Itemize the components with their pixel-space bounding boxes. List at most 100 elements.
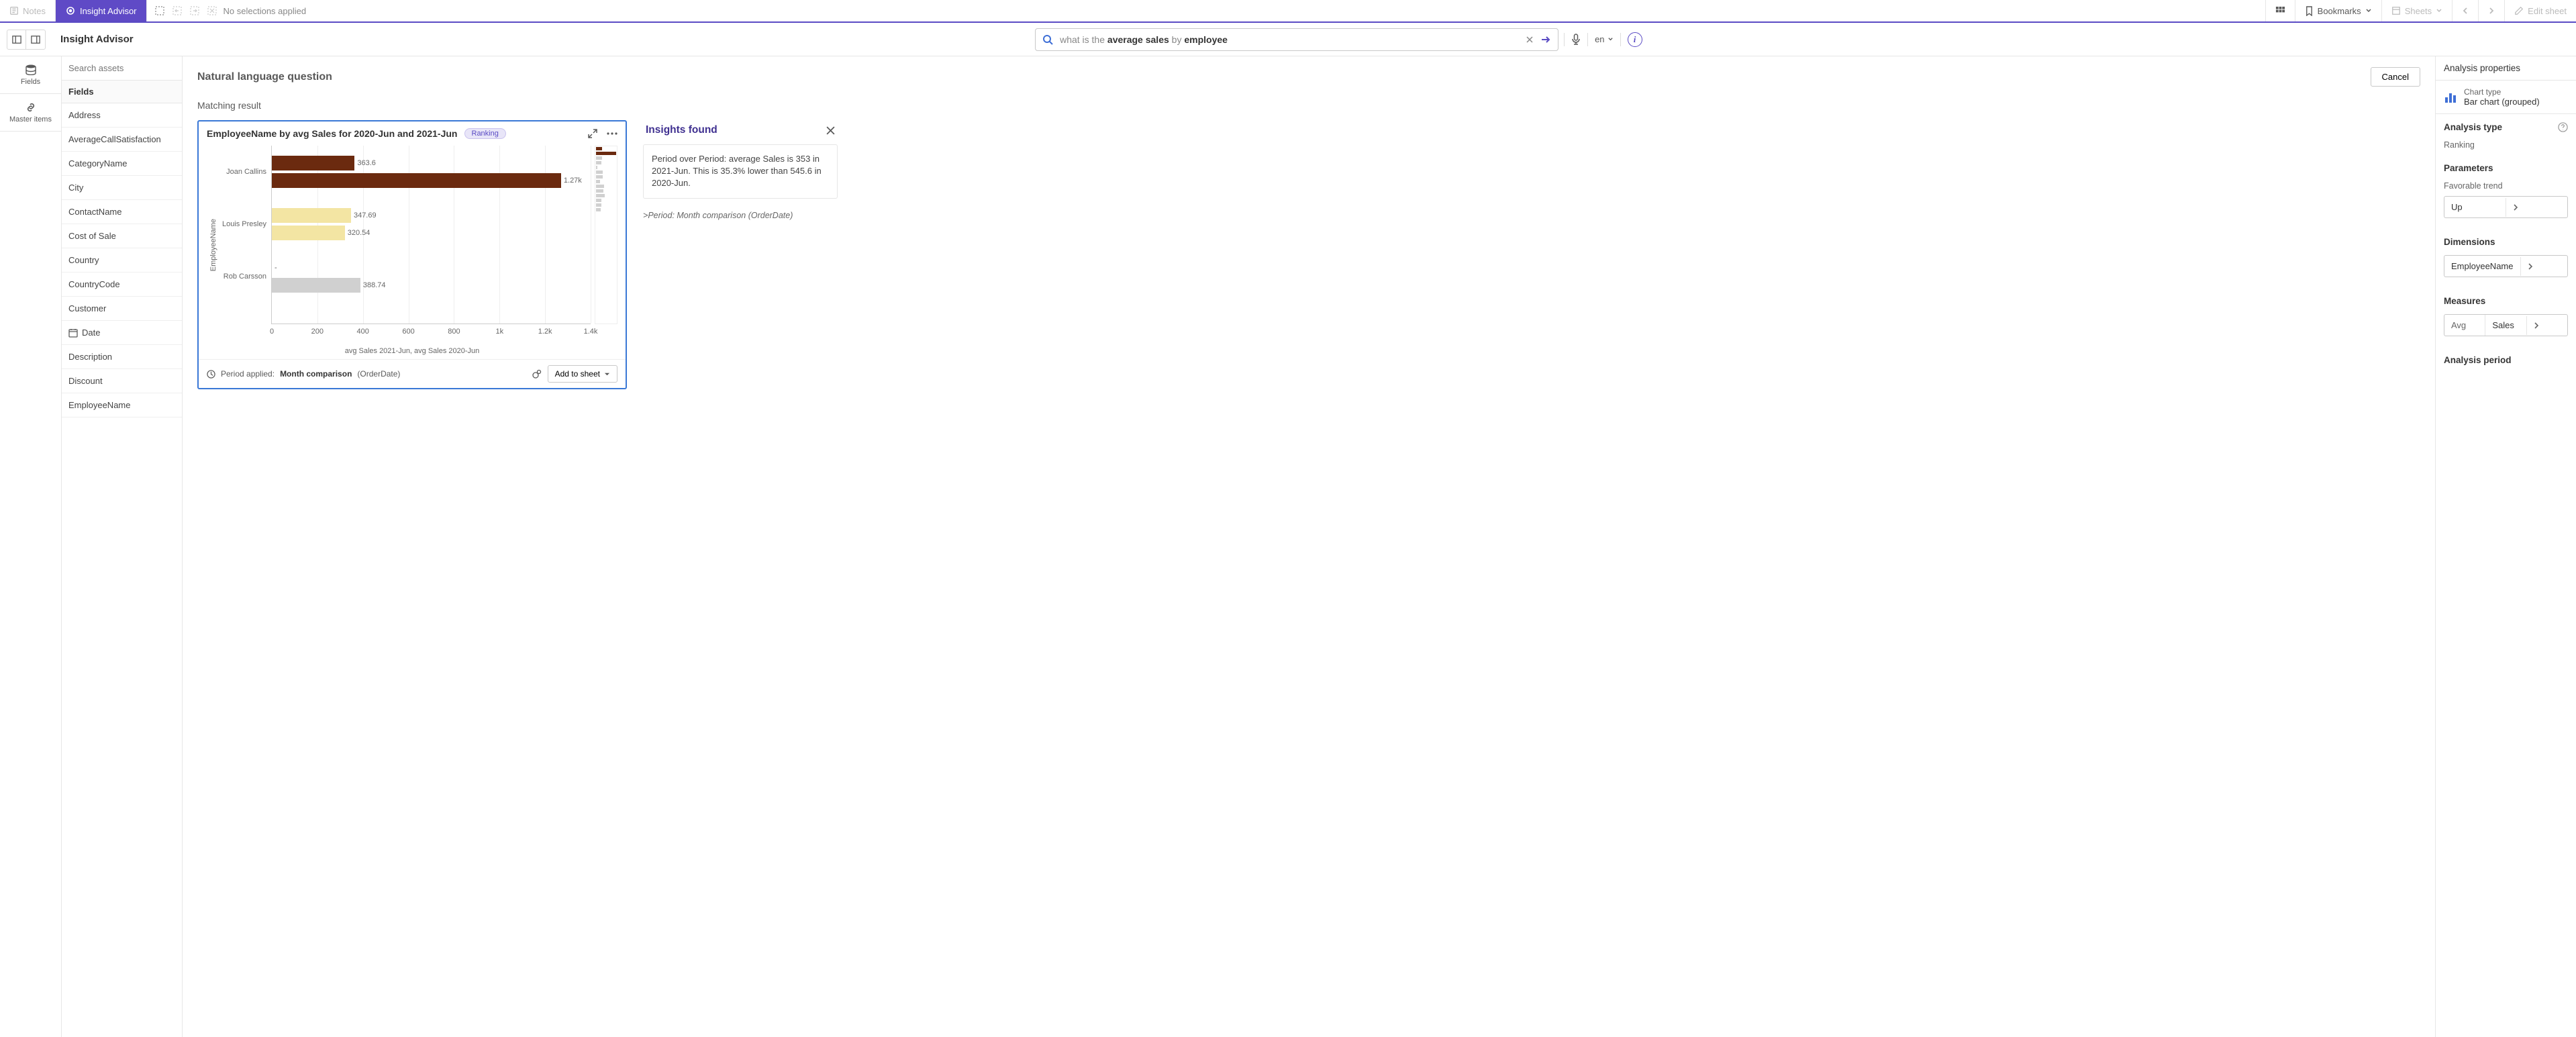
info-icon[interactable]: i: [1628, 32, 1642, 47]
caret-down-icon: [604, 371, 610, 377]
more-icon[interactable]: [607, 129, 617, 138]
submit-arrow-icon[interactable]: [1540, 35, 1551, 44]
chart-title: EmployeeName by avg Sales for 2020-Jun a…: [207, 128, 458, 139]
field-item[interactable]: Cost of Sale: [62, 224, 182, 248]
bar[interactable]: 363.6: [272, 156, 354, 170]
clear-icon[interactable]: [1526, 36, 1534, 44]
chevron-down-icon: [2436, 7, 2442, 14]
field-item[interactable]: Customer: [62, 297, 182, 321]
insights-sub: >Period: Month comparison (OrderDate): [643, 211, 838, 220]
field-item[interactable]: CountryCode: [62, 273, 182, 297]
main-toolbar: Notes Insight Advisor No selections appl…: [0, 0, 2576, 23]
bar[interactable]: 347.69: [272, 208, 351, 223]
chart-type-label: Chart type: [2464, 87, 2540, 97]
insights-text: Period over Period: average Sales is 353…: [643, 144, 838, 199]
link-icon: [25, 102, 37, 113]
bookmarks-button[interactable]: Bookmarks: [2295, 0, 2381, 21]
notes-button[interactable]: Notes: [0, 0, 56, 21]
x-tick: 800: [448, 328, 460, 336]
bar-value-label: -: [272, 264, 277, 272]
insight-advisor-button[interactable]: Insight Advisor: [56, 0, 147, 21]
matching-result-label: Matching result: [197, 100, 2420, 111]
step-forward-icon[interactable]: [189, 5, 201, 17]
sheet-icon: [2391, 6, 2401, 15]
grid-icon: [2275, 6, 2285, 16]
field-item[interactable]: EmployeeName: [62, 393, 182, 417]
field-item[interactable]: Discount: [62, 369, 182, 393]
subbar: Insight Advisor what is the average sale…: [0, 23, 2576, 56]
chevron-left-icon: [2462, 7, 2469, 15]
search-icon: [1042, 34, 1053, 45]
x-tick: 1k: [495, 328, 503, 336]
rail-fields[interactable]: Fields: [0, 56, 61, 94]
x-tick: 200: [311, 328, 324, 336]
field-item[interactable]: ContactName: [62, 200, 182, 224]
y-category: Louis Presley: [222, 220, 272, 228]
y-category: Rob Carsson: [224, 273, 272, 281]
assets-panel: Fields AddressAverageCallSatisfactionCat…: [62, 56, 183, 1037]
close-icon[interactable]: [826, 126, 835, 135]
x-tick: 1.2k: [538, 328, 552, 336]
search-assets-input[interactable]: [62, 56, 182, 81]
y-category: Joan Callins: [226, 168, 272, 176]
field-item[interactable]: CategoryName: [62, 152, 182, 176]
calendar-icon: [68, 328, 78, 338]
language-selector[interactable]: en: [1595, 34, 1613, 44]
grid-view-button[interactable]: [2265, 0, 2295, 21]
field-list[interactable]: AddressAverageCallSatisfactionCategoryNa…: [62, 103, 182, 1037]
bar[interactable]: 1.27k: [272, 173, 561, 188]
field-item[interactable]: Country: [62, 248, 182, 273]
ranking-badge: Ranking: [464, 128, 506, 139]
search-box[interactable]: what is the average sales by employee: [1035, 28, 1558, 51]
field-item[interactable]: AverageCallSatisfaction: [62, 128, 182, 152]
fav-trend-dropdown[interactable]: Up: [2444, 196, 2568, 218]
field-item[interactable]: City: [62, 176, 182, 200]
x-tick: 0: [270, 328, 274, 336]
chart-minimap[interactable]: [595, 146, 617, 324]
chart-grid: 02004006008001k1.2k1.4kJoan Callins363.6…: [271, 146, 591, 324]
bar[interactable]: 388.74: [272, 278, 360, 293]
toggle-left-panel[interactable]: [7, 30, 26, 49]
left-rail: Fields Master items: [0, 56, 62, 1037]
dimension-dropdown[interactable]: EmployeeName: [2444, 255, 2568, 277]
pencil-icon: [2514, 6, 2524, 15]
chart-card: EmployeeName by avg Sales for 2020-Jun a…: [197, 120, 627, 389]
parameters-section: Parameters: [2436, 155, 2576, 181]
sheets-button[interactable]: Sheets: [2381, 0, 2452, 21]
bar-value-label: 388.74: [360, 281, 386, 289]
rail-master-items[interactable]: Master items: [0, 94, 61, 132]
bar-value-label: 363.6: [354, 159, 376, 167]
analysis-period-section: Analysis period: [2436, 347, 2576, 373]
help-icon[interactable]: [2558, 122, 2568, 132]
chevron-right-icon: [2528, 262, 2533, 270]
edit-sheet-button[interactable]: Edit sheet: [2504, 0, 2576, 21]
field-item[interactable]: Description: [62, 345, 182, 369]
x-tick: 400: [357, 328, 369, 336]
step-back-icon[interactable]: [171, 5, 183, 17]
cancel-button[interactable]: Cancel: [2371, 67, 2420, 87]
y-axis-label: EmployeeName: [207, 219, 217, 271]
clear-selection-icon[interactable]: [206, 5, 218, 17]
fav-trend-label: Favorable trend: [2436, 181, 2576, 196]
field-item[interactable]: Address: [62, 103, 182, 128]
next-sheet-button[interactable]: [2478, 0, 2504, 21]
field-item[interactable]: Date: [62, 321, 182, 345]
analysis-type-section: Analysis type: [2436, 114, 2576, 140]
selection-tool-icon[interactable]: [154, 5, 166, 17]
bar-value-label: 1.27k: [561, 177, 582, 185]
bar-value-label: 320.54: [345, 229, 370, 237]
mic-icon[interactable]: [1571, 34, 1581, 46]
prev-sheet-button[interactable]: [2452, 0, 2478, 21]
x-tick: 1.4k: [584, 328, 598, 336]
explore-icon[interactable]: [532, 368, 542, 379]
note-icon: [9, 6, 19, 15]
sheets-label: Sheets: [2405, 6, 2432, 16]
measure-dropdown[interactable]: Avg Sales: [2444, 314, 2568, 336]
toggle-right-panel[interactable]: [26, 30, 45, 49]
expand-icon[interactable]: [588, 129, 597, 138]
add-to-sheet-button[interactable]: Add to sheet: [548, 365, 617, 383]
fields-section-header: Fields: [62, 81, 182, 103]
bar[interactable]: 320.54: [272, 226, 345, 240]
notes-label: Notes: [23, 6, 46, 16]
insights-heading: Insights found: [646, 124, 717, 136]
